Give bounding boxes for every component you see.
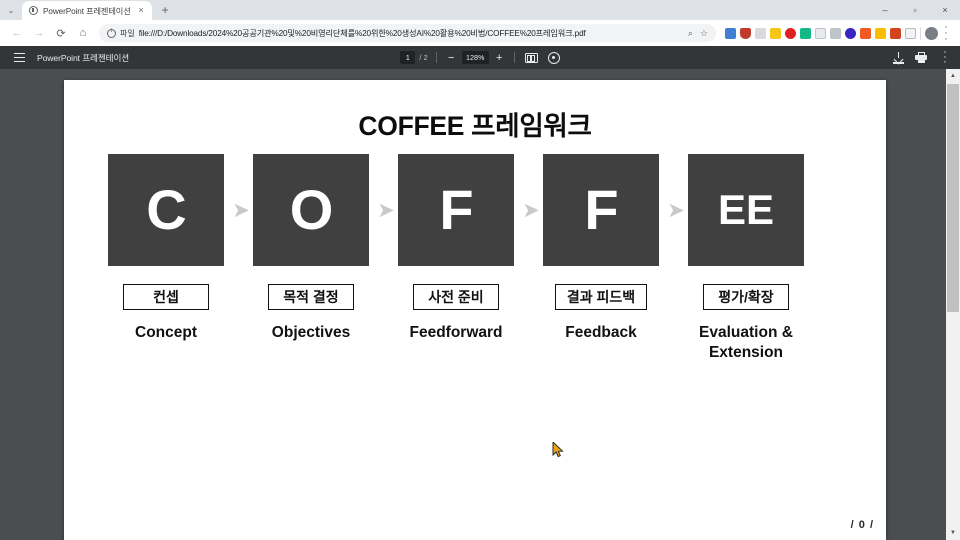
mouse-pointer bbox=[552, 442, 564, 458]
zoom-out-button[interactable]: − bbox=[445, 52, 458, 64]
extension-icon-5[interactable] bbox=[785, 27, 796, 39]
extension-icon-10[interactable] bbox=[860, 27, 871, 39]
zoom-search-icon[interactable]: ⌕ bbox=[688, 28, 693, 39]
maximize-button[interactable]: ▫ bbox=[900, 0, 930, 20]
extension-icon-6[interactable] bbox=[800, 27, 811, 39]
rotate-icon[interactable] bbox=[547, 51, 560, 64]
close-icon[interactable]: × bbox=[136, 5, 147, 16]
extension-icon-8[interactable] bbox=[830, 27, 841, 39]
step-letter: F bbox=[584, 178, 618, 241]
scroll-up-arrow-icon[interactable]: ▲ bbox=[946, 69, 960, 83]
extension-icon-11[interactable] bbox=[875, 27, 886, 39]
flow-arrow-icon-3: ➤ bbox=[522, 199, 540, 222]
flow-arrow-icon-2: ➤ bbox=[377, 199, 395, 222]
step-letter-box: F bbox=[543, 154, 659, 266]
extension-icon-7[interactable] bbox=[815, 27, 826, 39]
address-bar[interactable]: 파일 file:///D:/Downloads/2024%20공공기관%20및%… bbox=[99, 24, 716, 42]
extension-icon-13[interactable] bbox=[905, 27, 916, 39]
page-info-icon[interactable] bbox=[107, 28, 116, 38]
pdf-toolbar-actions: · · · bbox=[893, 47, 952, 68]
avatar[interactable] bbox=[925, 26, 938, 40]
step-korean-label: 평가/확장 bbox=[703, 284, 789, 310]
reload-icon[interactable]: ⟳ bbox=[50, 22, 72, 44]
hamburger-menu-icon[interactable] bbox=[8, 50, 30, 66]
framework-step-4: F 결과 피드백 Feedback bbox=[543, 154, 659, 343]
page-title: COFFEE 프레임워크 bbox=[358, 111, 592, 141]
step-korean-label: 목적 결정 bbox=[268, 284, 354, 310]
navigation-bar: ← → ⟳ ⌂ 파일 file:///D:/Downloads/2024%20공… bbox=[0, 20, 960, 46]
flow-arrow-icon-4: ➤ bbox=[667, 199, 685, 222]
bookmark-star-icon[interactable]: ☆ bbox=[700, 28, 708, 39]
page-number-input[interactable]: 1 bbox=[400, 51, 416, 64]
toolbar-divider bbox=[435, 52, 437, 63]
vertical-scrollbar[interactable]: ▲ ▼ bbox=[946, 69, 960, 540]
framework-step-2: O 목적 결정 Objectives bbox=[253, 154, 369, 343]
zoom-level-value[interactable]: 128% bbox=[461, 51, 489, 64]
scroll-down-arrow-icon[interactable]: ▼ bbox=[946, 526, 960, 540]
step-english-label: Feedback bbox=[565, 324, 637, 341]
extension-icon-3[interactable] bbox=[755, 27, 766, 39]
tab-strip: ⌄ PowerPoint 프레젠테이션 × + – ▫ × bbox=[0, 0, 960, 20]
window-controls: – ▫ × bbox=[870, 0, 960, 20]
toolbar-divider bbox=[513, 52, 515, 63]
step-letter-box: O bbox=[253, 154, 369, 266]
flow-arrow-icon-1: ➤ bbox=[232, 199, 250, 222]
kebab-menu-icon[interactable]: · · · bbox=[938, 22, 954, 45]
url-text: file:///D:/Downloads/2024%20공공기관%20및%20비… bbox=[138, 29, 586, 38]
close-window-button[interactable]: × bbox=[930, 0, 960, 20]
minimize-button[interactable]: – bbox=[870, 0, 900, 20]
pdf-page: COFFEE 프레임워크 C 컨셉 Concept ➤ O 목적 결정 Obje… bbox=[64, 80, 886, 540]
extension-icon-2[interactable] bbox=[740, 27, 751, 39]
pdf-document-title: PowerPoint 프레젠테이션 bbox=[37, 52, 130, 63]
step-korean-label: 결과 피드백 bbox=[554, 284, 648, 310]
fit-to-page-icon[interactable] bbox=[524, 52, 538, 63]
extensions-row bbox=[721, 27, 916, 39]
step-letter-box: EE bbox=[688, 154, 804, 266]
home-icon[interactable]: ⌂ bbox=[72, 22, 94, 44]
step-letter: O bbox=[289, 178, 334, 241]
step-english-label: Feedforward bbox=[409, 324, 503, 341]
framework-step-3: F 사전 준비 Feedforward bbox=[398, 154, 514, 343]
tab-search-chevron-icon[interactable]: ⌄ bbox=[0, 0, 22, 20]
page-total-label: / 2 bbox=[419, 53, 428, 62]
tab-title: PowerPoint 프레젠테이션 bbox=[43, 6, 131, 16]
browser-window: ⌄ PowerPoint 프레젠테이션 × + – ▫ × ← → ⟳ ⌂ 파일… bbox=[0, 0, 960, 540]
extension-icon-4[interactable] bbox=[770, 27, 781, 39]
back-icon[interactable]: ← bbox=[6, 22, 28, 44]
scheme-label: 파일 bbox=[120, 28, 135, 38]
coffee-framework-flow: C 컨셉 Concept ➤ O 목적 결정 Objectives ➤ F 사전… bbox=[108, 154, 844, 361]
zoom-in-button[interactable]: + bbox=[493, 52, 506, 64]
pdf-toolbar: PowerPoint 프레젠테이션 1 / 2 − 128% + · · · bbox=[0, 46, 960, 69]
step-korean-label: 사전 준비 bbox=[413, 284, 499, 310]
step-english-label: Concept bbox=[135, 324, 197, 341]
step-letter-box: F bbox=[398, 154, 514, 266]
globe-icon bbox=[29, 6, 38, 15]
step-letter: EE bbox=[717, 186, 775, 233]
print-icon[interactable] bbox=[915, 52, 927, 63]
step-letter-box: C bbox=[108, 154, 224, 266]
extension-icon-9[interactable] bbox=[845, 27, 856, 39]
download-icon[interactable] bbox=[893, 51, 904, 64]
scrollbar-thumb[interactable] bbox=[947, 84, 959, 312]
step-korean-label: 컨셉 bbox=[123, 284, 209, 310]
slide-page-marker: / 0 / bbox=[850, 519, 874, 531]
step-english-label: Evaluation & Extension bbox=[699, 324, 793, 362]
browser-tab[interactable]: PowerPoint 프레젠테이션 × bbox=[22, 1, 152, 20]
forward-icon[interactable]: → bbox=[28, 22, 50, 44]
pdf-viewer: COFFEE 프레임워크 C 컨셉 Concept ➤ O 목적 결정 Obje… bbox=[0, 69, 960, 540]
step-english-label: Objectives bbox=[271, 324, 351, 341]
framework-step-5: EE 평가/확장 Evaluation & Extension bbox=[688, 154, 804, 364]
step-letter: F bbox=[439, 178, 473, 241]
step-letter: C bbox=[146, 178, 186, 241]
new-tab-button[interactable]: + bbox=[156, 1, 175, 20]
extension-icon-1[interactable] bbox=[725, 27, 736, 39]
extension-icon-12[interactable] bbox=[890, 27, 901, 39]
toolbar-divider bbox=[920, 26, 921, 40]
more-options-icon[interactable]: · · · bbox=[938, 47, 952, 68]
framework-step-1: C 컨셉 Concept bbox=[108, 154, 224, 343]
pdf-page-controls: 1 / 2 − 128% + bbox=[390, 51, 570, 64]
